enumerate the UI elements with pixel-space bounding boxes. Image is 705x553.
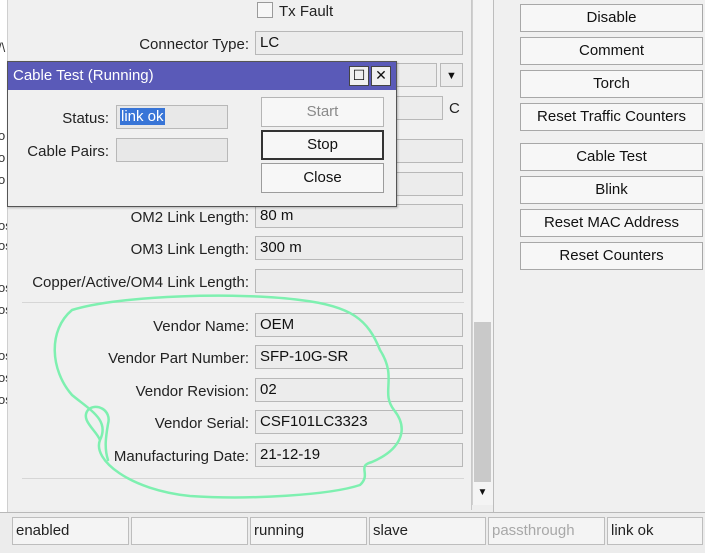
vendor-revision-label: Vendor Revision:: [135, 383, 249, 400]
vendor-name-field: OEM: [255, 313, 463, 337]
vendor-revision-field: 02: [255, 378, 463, 402]
cable-pairs-field: [116, 138, 228, 162]
reset-traffic-counters-button[interactable]: Reset Traffic Counters: [520, 103, 703, 131]
list-fragment: os: [0, 348, 7, 363]
cable-pairs-label: Cable Pairs:: [27, 143, 109, 160]
scrollbar-thumb[interactable]: [474, 322, 491, 482]
section-divider: [22, 302, 464, 303]
comment-button[interactable]: Comment: [520, 37, 703, 65]
om4-link-length-label: Copper/Active/OM4 Link Length:: [32, 274, 249, 291]
status-enabled: enabled: [12, 517, 129, 545]
cable-test-button[interactable]: Cable Test: [520, 143, 703, 171]
status-empty: [131, 517, 248, 545]
status-value: link ok: [120, 108, 165, 125]
om4-link-length-field: [255, 269, 463, 293]
reset-counters-button[interactable]: Reset Counters: [520, 242, 703, 270]
vendor-part-number-field: SFP-10G-SR: [255, 345, 463, 369]
om3-link-length-label: OM3 Link Length:: [130, 241, 249, 258]
list-fragment: os: [0, 218, 7, 233]
status-label: Status:: [62, 110, 109, 127]
unit-suffix: C: [449, 100, 460, 117]
list-fragment: os: [0, 392, 7, 407]
status-field: link ok: [116, 105, 228, 129]
list-fragment: os: [0, 370, 7, 385]
dialog-title-bar[interactable]: Cable Test (Running): [8, 62, 396, 90]
list-fragment: o: [0, 172, 5, 187]
status-passthrough: passthrough: [488, 517, 605, 545]
close-icon[interactable]: ✕: [371, 66, 391, 86]
stop-button[interactable]: Stop: [261, 130, 384, 160]
close-button[interactable]: Close: [261, 163, 384, 193]
list-fragment: os: [0, 280, 7, 295]
scroll-down-arrow-icon[interactable]: ▼: [474, 484, 491, 502]
list-fragment: os: [0, 238, 7, 253]
disable-button[interactable]: Disable: [520, 4, 703, 32]
tx-fault-checkbox[interactable]: [257, 2, 273, 18]
status-link: link ok: [607, 517, 703, 545]
torch-button[interactable]: Torch: [520, 70, 703, 98]
cable-test-dialog: Cable Test (Running) ☐ ✕ Status: link ok…: [7, 61, 397, 207]
connector-type-label: Connector Type:: [139, 36, 249, 53]
dropdown-arrow-icon: ▼: [446, 70, 457, 82]
reset-mac-address-button[interactable]: Reset MAC Address: [520, 209, 703, 237]
list-fragment: os: [0, 302, 7, 317]
vendor-name-label: Vendor Name:: [153, 318, 249, 335]
om2-link-length-field: 80 m: [255, 204, 463, 228]
list-fragment: o: [0, 128, 5, 143]
vendor-part-number-label: Vendor Part Number:: [108, 350, 249, 367]
manufacturing-date-label: Manufacturing Date:: [113, 448, 249, 465]
list-fragment: o: [0, 150, 5, 165]
dialog-title: Cable Test (Running): [13, 67, 154, 84]
om2-link-length-label: OM2 Link Length:: [130, 209, 249, 226]
list-fragment: /\: [0, 40, 6, 55]
manufacturing-date-field: 21-12-19: [255, 443, 463, 467]
dropdown-button[interactable]: ▼: [440, 63, 463, 87]
status-slave: slave: [369, 517, 486, 545]
vendor-serial-field: CSF101LC3323: [255, 410, 463, 434]
vendor-serial-label: Vendor Serial:: [154, 415, 249, 432]
status-running: running: [250, 517, 367, 545]
om3-link-length-field: 300 m: [255, 236, 463, 260]
connector-type-field: LC: [255, 31, 463, 55]
section-divider: [22, 478, 464, 479]
start-button[interactable]: Start: [261, 97, 384, 127]
tx-fault-label: Tx Fault: [279, 3, 334, 20]
maximize-icon[interactable]: ☐: [349, 66, 369, 86]
blink-button[interactable]: Blink: [520, 176, 703, 204]
